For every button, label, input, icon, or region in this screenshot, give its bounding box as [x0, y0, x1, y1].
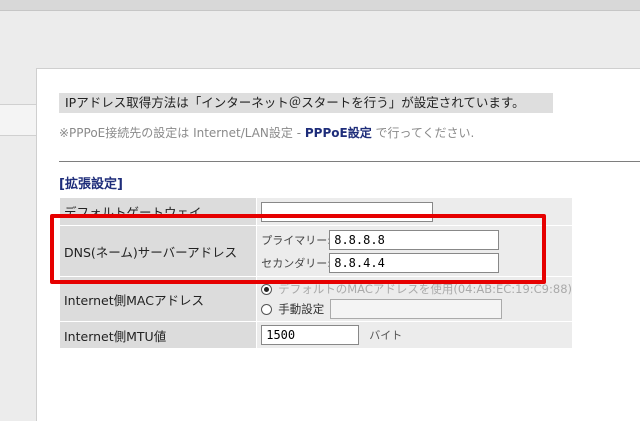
gateway-input[interactable] — [261, 201, 434, 222]
table-row: Internet側MTU値 バイト — [58, 321, 573, 349]
mac-manual-radio[interactable] — [261, 303, 273, 315]
pppoe-note-prefix: ※PPPoE接続先の設定は Internet/LAN設定 - — [59, 126, 305, 140]
dns-secondary-input[interactable] — [329, 252, 500, 273]
mac-manual-input[interactable] — [330, 299, 503, 319]
settings-panel: IPアドレス取得方法は「インターネット＠スタートを行う」が設定されています。 ※… — [36, 68, 640, 421]
pppoe-settings-link[interactable]: PPPoE設定 — [305, 126, 372, 140]
mtu-unit: バイト — [369, 329, 403, 342]
mac-default-radio[interactable] — [261, 283, 273, 295]
pppoe-note-suffix: で行ってください. — [371, 126, 475, 140]
table-row: デフォルトゲートウェイ — [58, 197, 573, 226]
mtu-label: Internet側MTU値 — [58, 321, 258, 349]
pppoe-note: ※PPPoE接続先の設定は Internet/LAN設定 - PPPoE設定 で… — [59, 124, 474, 141]
table-row: DNS(ネーム)サーバーアドレス プライマリー: セカンダリー: — [58, 225, 573, 277]
mac-manual-label: 手動設定 — [278, 302, 325, 316]
section-divider — [59, 161, 640, 162]
dns-secondary-label: セカンダリー: — [261, 256, 331, 270]
section-title: [拡張設定] — [59, 177, 123, 192]
mac-default-label: デフォルトのMACアドレスを使用(04:AB:EC:19:C9:88) — [278, 282, 572, 296]
ip-method-notice: IPアドレス取得方法は「インターネット＠スタートを行う」が設定されています。 — [59, 93, 553, 113]
gateway-label: デフォルトゲートウェイ — [58, 197, 258, 226]
dns-primary-input[interactable] — [329, 229, 500, 250]
mac-label: Internet側MACアドレス — [58, 276, 258, 322]
dns-label: DNS(ネーム)サーバーアドレス — [58, 225, 258, 277]
mtu-input[interactable] — [261, 325, 360, 345]
dns-primary-label: プライマリー: — [261, 233, 331, 247]
browser-top-bar — [0, 0, 640, 11]
table-row: Internet側MACアドレス デフォルトのMACアドレスを使用(04:AB:… — [58, 276, 573, 322]
advanced-settings-table: デフォルトゲートウェイ DNS(ネーム)サーバーアドレス プライマリー: セカン… — [58, 197, 573, 349]
side-menu-tab[interactable] — [0, 104, 36, 136]
